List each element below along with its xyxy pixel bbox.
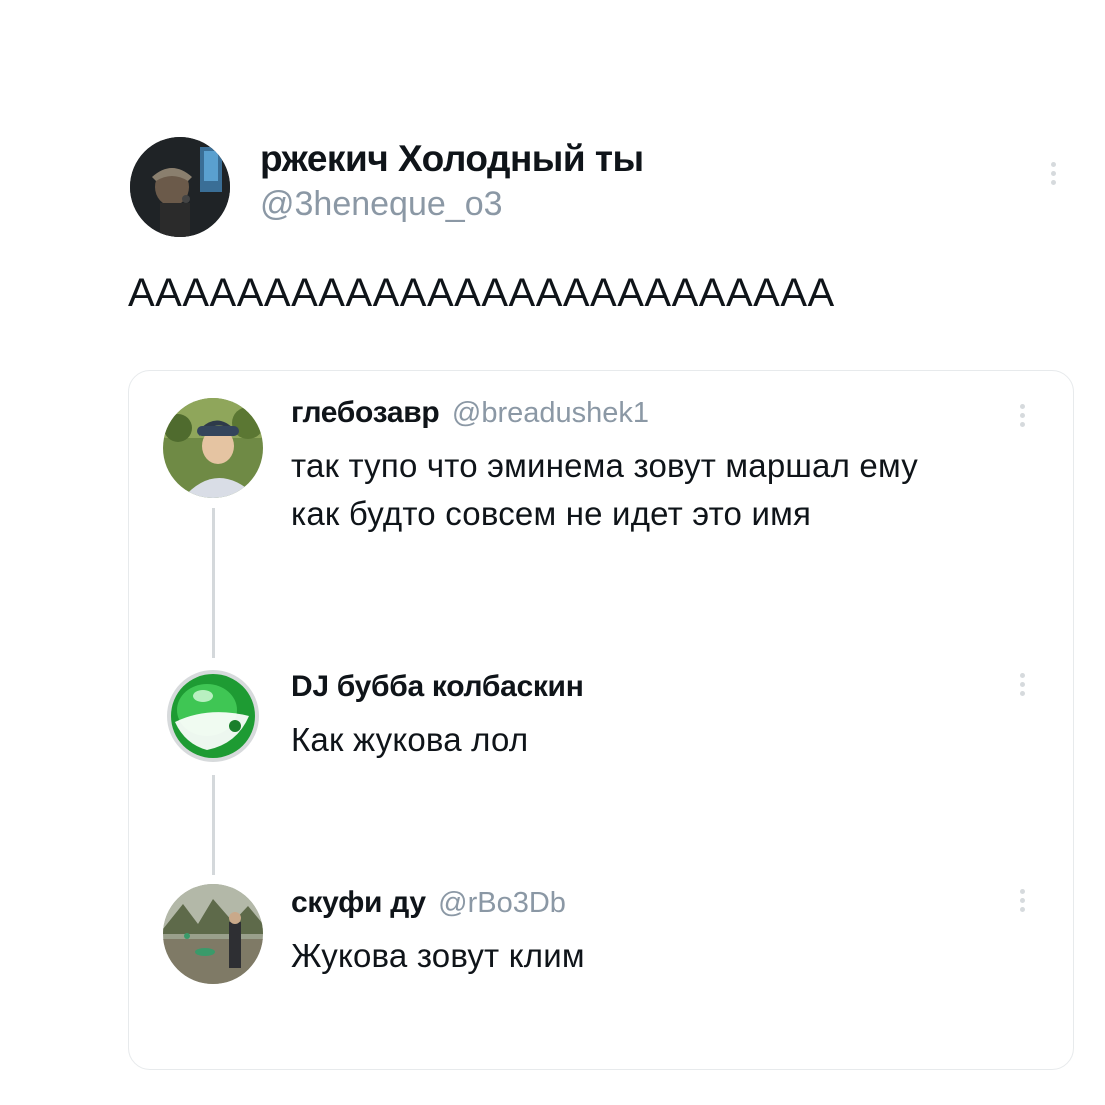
avatar-photo [130, 137, 230, 237]
thread-connector-line [212, 775, 215, 875]
reply-body[interactable]: скуфи ду @rBo3Db Жукова зовут клим [291, 883, 585, 980]
thread-connector-line [212, 508, 215, 658]
reply-body[interactable]: глебозавр @breadushek1 так тупо что эмин… [291, 393, 918, 538]
reply-text: так тупо что эминема зовут маршал ему ка… [291, 447, 918, 532]
reply-avatar[interactable] [163, 884, 263, 984]
reply-more-icon[interactable] [1019, 404, 1025, 427]
reply-author-name[interactable]: DJ бубба колбаскин [291, 670, 584, 703]
reply-author-name[interactable]: глебозавр [291, 396, 440, 429]
reply-more-icon[interactable] [1019, 889, 1025, 912]
main-author-handle[interactable]: @3heneque_o3 [260, 183, 644, 225]
main-author-name[interactable]: ржекич Холодный ты [260, 137, 644, 181]
reply-body[interactable]: DJ бубба колбаскин Как жукова лол [291, 667, 584, 764]
reply-header: глебозавр @breadushek1 [291, 393, 918, 438]
avatar-photo [163, 398, 263, 498]
reply-text: Жукова зовут клим [291, 937, 585, 974]
reply-author-name[interactable]: скуфи ду [291, 886, 426, 919]
reply-author-handle[interactable]: @rBo3Db [438, 887, 566, 919]
avatar-photo [163, 884, 263, 984]
reply-text: Как жукова лол [291, 721, 529, 758]
reply-avatar[interactable] [163, 398, 263, 498]
main-tweet-author[interactable]: ржекич Холодный ты @3heneque_o3 [260, 137, 644, 225]
main-tweet-avatar[interactable] [130, 137, 230, 237]
main-tweet-text: АААААААААААААААААААААААААА [128, 271, 835, 315]
main-tweet-more-icon[interactable] [1050, 162, 1056, 185]
reply-more-icon[interactable] [1019, 673, 1025, 696]
reply-author-handle[interactable]: @breadushek1 [452, 397, 649, 429]
reply-header: DJ бубба колбаскин [291, 667, 584, 712]
sphere-logo-icon [163, 666, 263, 766]
reply-avatar[interactable] [163, 666, 263, 766]
reply-header: скуфи ду @rBo3Db [291, 883, 585, 928]
